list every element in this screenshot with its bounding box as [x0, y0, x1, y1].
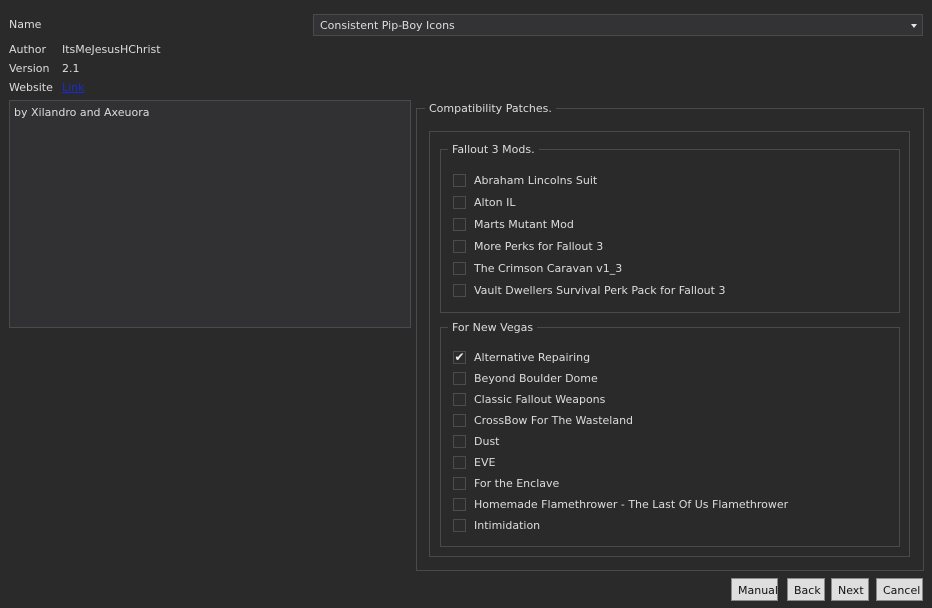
new-vegas-checkbox-label: For the Enclave	[474, 477, 560, 490]
name-dropdown[interactable]: Consistent Pip-Boy Icons	[313, 14, 923, 36]
new-vegas-checkbox[interactable]	[453, 477, 466, 490]
compatibility-patches-title: Compatibility Patches.	[425, 102, 556, 116]
new-vegas-title: For New Vegas	[448, 321, 538, 335]
fallout3-checkbox[interactable]	[453, 262, 466, 275]
new-vegas-checkbox[interactable]	[453, 456, 466, 469]
version-value: 2.1	[62, 62, 80, 75]
website-label: Website	[9, 81, 53, 94]
fallout3-checkbox-row[interactable]: More Perks for Fallout 3	[453, 239, 873, 255]
fallout3-checkbox[interactable]	[453, 174, 466, 187]
fallout3-mods-title: Fallout 3 Mods.	[448, 143, 539, 157]
new-vegas-checkbox-row[interactable]: EVE	[453, 455, 873, 471]
new-vegas-checkbox-label: Classic Fallout Weapons	[474, 393, 606, 406]
new-vegas-checkbox[interactable]	[453, 393, 466, 406]
website-link[interactable]: Link	[62, 81, 85, 95]
fallout3-checkbox-label: Alton IL	[474, 196, 516, 209]
author-label: Author	[9, 43, 47, 56]
fallout3-checkbox-row[interactable]: Alton IL	[453, 195, 873, 211]
new-vegas-checkbox-row[interactable]: Intimidation	[453, 518, 873, 534]
fallout3-checkbox[interactable]	[453, 240, 466, 253]
new-vegas-checkbox-row[interactable]: ✔ Alternative Repairing	[453, 350, 873, 366]
new-vegas-checkbox[interactable]	[453, 414, 466, 427]
description-box[interactable]: by Xilandro and Axeuora	[9, 100, 411, 328]
checkmark-icon: ✔	[454, 350, 465, 364]
fallout3-checkbox-label: More Perks for Fallout 3	[474, 240, 604, 253]
chevron-down-icon[interactable]	[911, 24, 917, 28]
new-vegas-checkbox-row[interactable]: Homemade Flamethrower - The Last Of Us F…	[453, 497, 873, 513]
fallout3-checkbox-label: Vault Dwellers Survival Perk Pack for Fa…	[474, 284, 726, 297]
description-text: by Xilandro and Axeuora	[14, 106, 150, 119]
fallout3-checkbox-row[interactable]: The Crimson Caravan v1_3	[453, 261, 873, 277]
version-label: Version	[9, 62, 50, 75]
fallout3-checkbox-label: Marts Mutant Mod	[474, 218, 574, 231]
new-vegas-checkbox-label: Intimidation	[474, 519, 541, 532]
new-vegas-checkbox-row[interactable]: Classic Fallout Weapons	[453, 392, 873, 408]
new-vegas-checkbox-label: Homemade Flamethrower - The Last Of Us F…	[474, 498, 789, 511]
new-vegas-checkbox-row[interactable]: For the Enclave	[453, 476, 873, 492]
fallout3-checkbox-label: The Crimson Caravan v1_3	[474, 262, 623, 275]
new-vegas-checkbox-label: CrossBow For The Wasteland	[474, 414, 634, 427]
back-button[interactable]: Back	[787, 578, 825, 601]
cancel-button[interactable]: Cancel	[876, 578, 923, 601]
fallout3-checkbox-label: Abraham Lincolns Suit	[474, 174, 598, 187]
name-label: Name	[9, 18, 42, 31]
fallout3-checkbox-row[interactable]: Marts Mutant Mod	[453, 217, 873, 233]
fallout3-checkbox[interactable]	[453, 284, 466, 297]
new-vegas-checkbox-row[interactable]: Dust	[453, 434, 873, 450]
new-vegas-checkbox-label: EVE	[474, 456, 496, 469]
fallout3-checkbox-row[interactable]: Vault Dwellers Survival Perk Pack for Fa…	[453, 283, 873, 299]
new-vegas-checkbox[interactable]	[453, 372, 466, 385]
next-button[interactable]: Next	[831, 578, 869, 601]
new-vegas-checkbox-label: Dust	[474, 435, 500, 448]
fallout3-checkbox[interactable]	[453, 218, 466, 231]
author-value: ItsMeJesusHChrist	[62, 43, 161, 56]
manual-button[interactable]: Manual	[731, 578, 778, 601]
new-vegas-checkbox-label: Alternative Repairing	[474, 351, 591, 364]
new-vegas-checkbox[interactable]	[453, 498, 466, 511]
new-vegas-checkbox[interactable]	[453, 519, 466, 532]
fallout3-checkbox[interactable]	[453, 196, 466, 209]
name-dropdown-value: Consistent Pip-Boy Icons	[320, 19, 455, 32]
fallout3-checkbox-row[interactable]: Abraham Lincolns Suit	[453, 173, 873, 189]
new-vegas-checkbox-label: Beyond Boulder Dome	[474, 372, 598, 385]
new-vegas-checkbox[interactable]: ✔	[453, 351, 466, 364]
new-vegas-checkbox-row[interactable]: CrossBow For The Wasteland	[453, 413, 873, 429]
new-vegas-checkbox-row[interactable]: Beyond Boulder Dome	[453, 371, 873, 387]
new-vegas-checkbox[interactable]	[453, 435, 466, 448]
